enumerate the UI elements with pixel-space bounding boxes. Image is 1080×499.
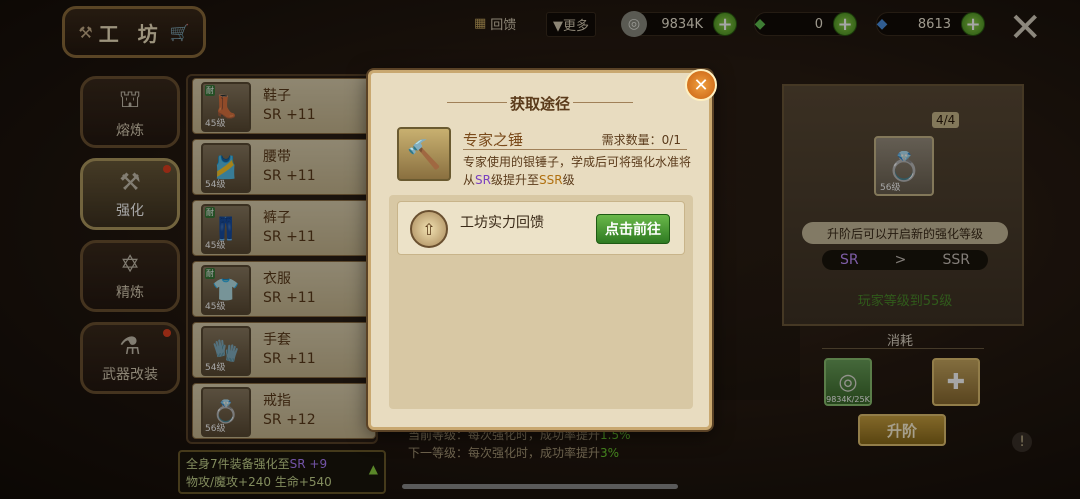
item-required-count: 需求数量：0/1 xyxy=(601,133,681,147)
hammer-icon: 🔨 xyxy=(397,127,451,181)
dialog-title: 获取途径 xyxy=(371,93,709,114)
desc-text: 级 xyxy=(562,173,575,187)
arrow-up-icon: ⇧ xyxy=(410,210,448,248)
desc-ssr: SSR xyxy=(539,173,563,187)
close-icon[interactable]: ✕ xyxy=(685,69,717,101)
source-list: ⇧ 工坊实力回馈 点击前往 xyxy=(389,195,693,409)
acquire-dialog: 获取途径 ✕ 🔨 专家之锤 需求数量：0/1 专家使用的银锤子，学成后可将强化水… xyxy=(368,69,717,430)
goto-button[interactable]: 点击前往 xyxy=(596,214,670,244)
source-item: ⇧ 工坊实力回馈 点击前往 xyxy=(397,201,685,255)
item-description: 专家使用的银锤子，学成后可将强化水准将从SR级提升至SSR级 xyxy=(463,153,693,189)
divider xyxy=(463,149,687,150)
desc-sr: SR xyxy=(475,173,491,187)
source-label: 工坊实力回馈 xyxy=(460,215,544,231)
desc-text: 级提升至 xyxy=(490,173,539,187)
item-name: 专家之锤 xyxy=(463,131,524,149)
